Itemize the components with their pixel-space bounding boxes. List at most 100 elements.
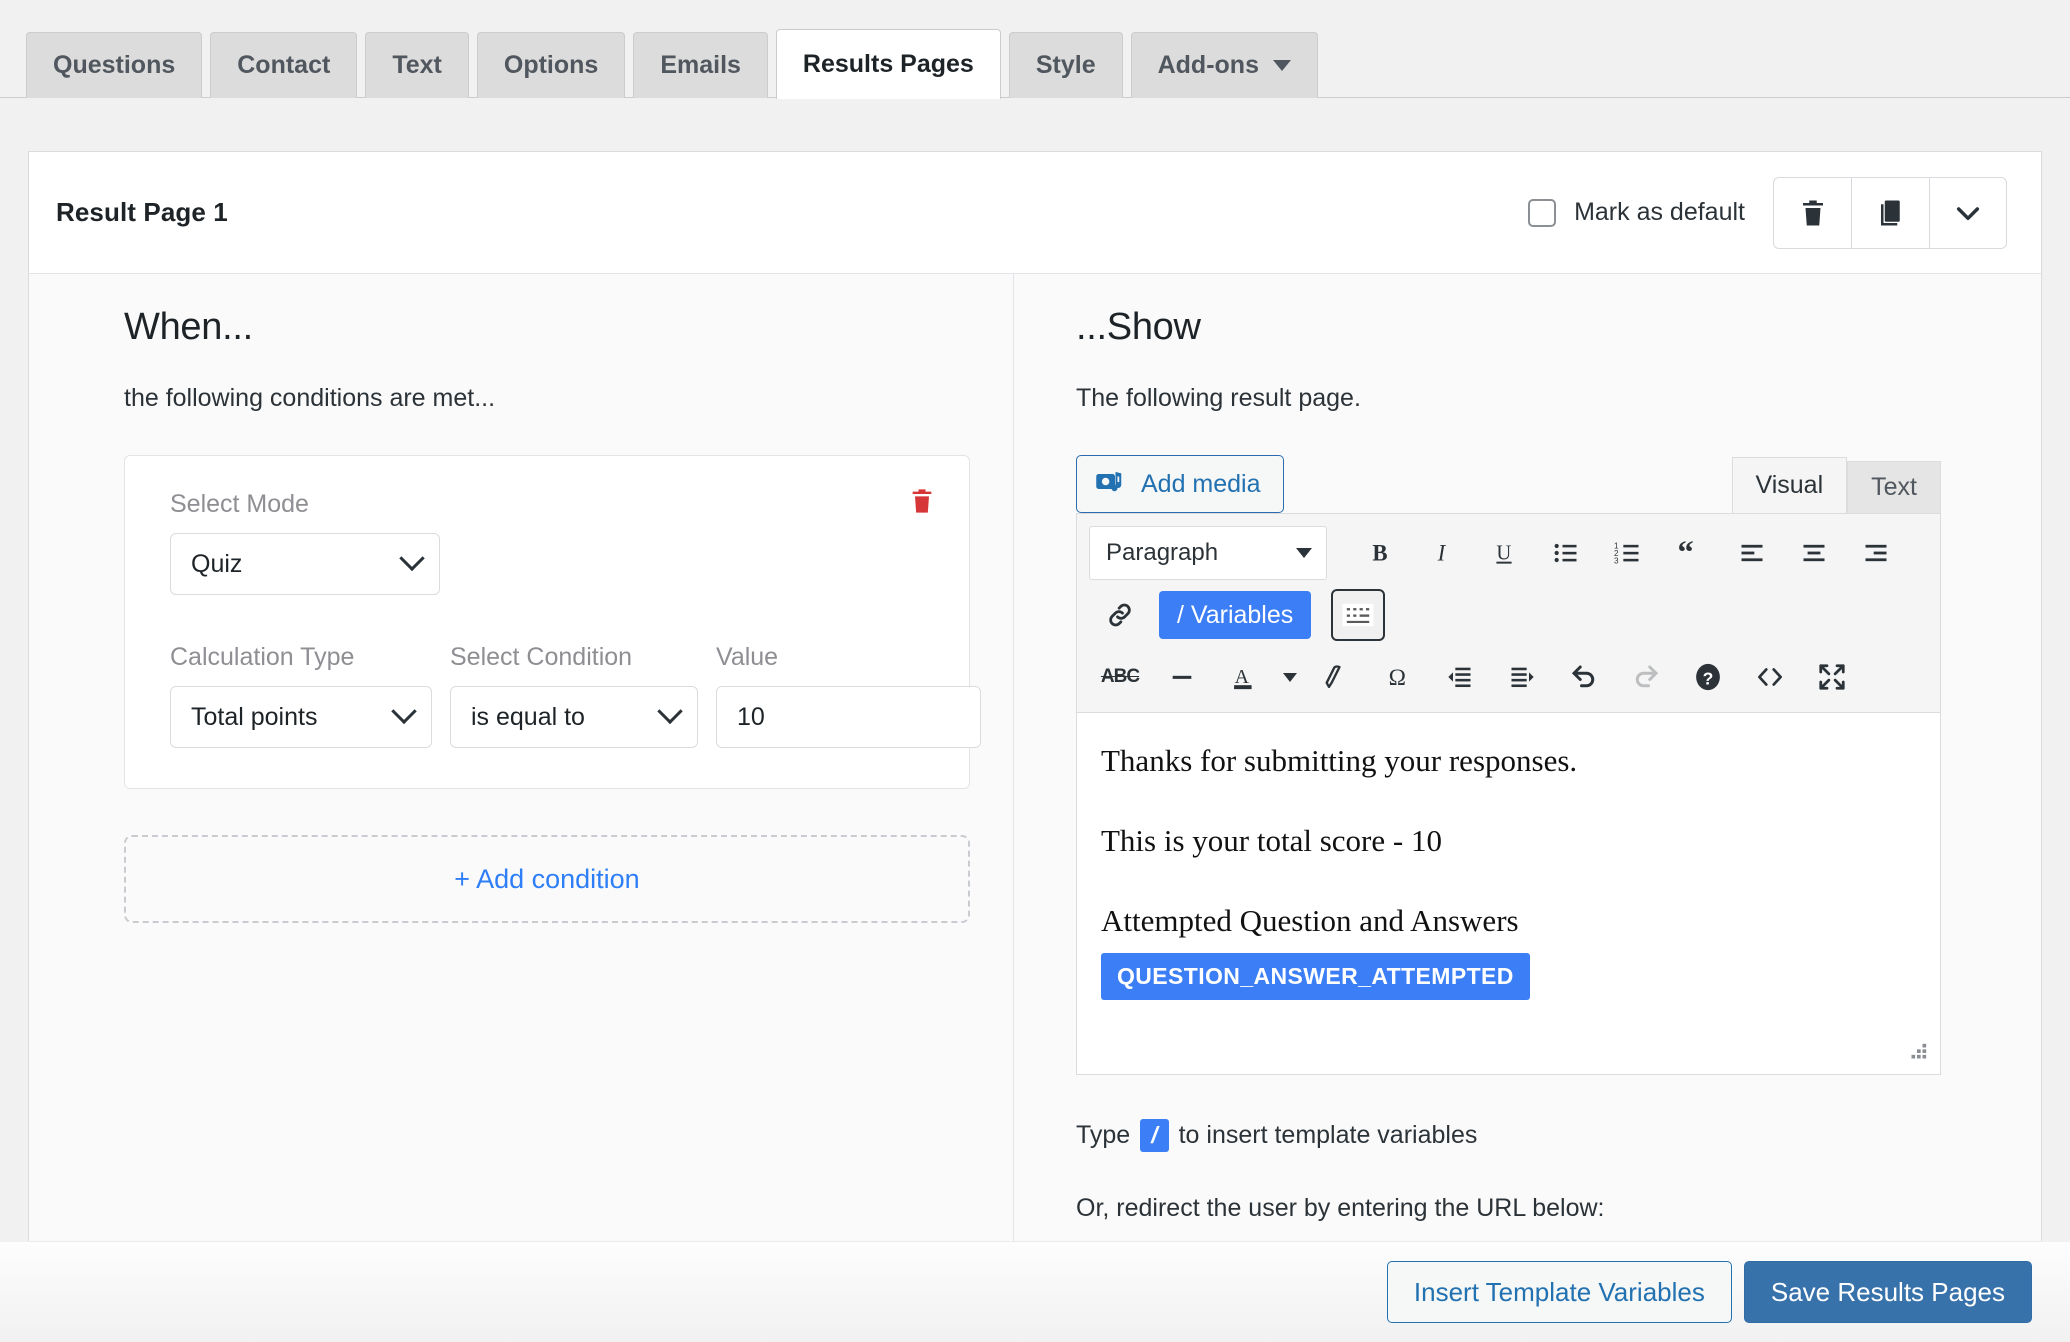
select-condition-dropdown[interactable]: is equal to — [450, 686, 698, 748]
page-title: Result Page 1 — [56, 197, 228, 227]
blockquote-icon: “ — [1678, 538, 1694, 568]
variables-button-label: / Variables — [1177, 600, 1294, 629]
editor-resize-handle[interactable] — [1906, 1042, 1928, 1064]
when-subtitle: the following conditions are met... — [124, 384, 496, 412]
italic-button[interactable]: I — [1411, 524, 1473, 582]
keyboard-shortcuts-button[interactable] — [1331, 589, 1386, 641]
slash-hint-prefix: Type — [1076, 1121, 1131, 1149]
align-center-button[interactable] — [1783, 524, 1845, 582]
select-condition-field: Select Condition is equal to — [450, 643, 698, 748]
collapse-result-page-button[interactable] — [1929, 176, 2007, 249]
insert-template-variables-button[interactable]: Insert Template Variables — [1386, 1261, 1732, 1323]
align-left-button[interactable] — [1721, 524, 1783, 582]
editor-top-row: Add media Visual Text — [1076, 455, 1941, 513]
align-right-button[interactable] — [1845, 524, 1907, 582]
tab-emails[interactable]: Emails — [633, 32, 768, 98]
calculation-type-dropdown[interactable]: Total points — [170, 686, 432, 748]
format-select[interactable]: Paragraph — [1089, 526, 1327, 580]
add-media-button[interactable]: Add media — [1076, 455, 1284, 513]
toolbar-row-3: ABC A Ω ? — [1089, 648, 1928, 706]
add-condition-button[interactable]: + Add condition — [124, 835, 970, 923]
source-code-button[interactable] — [1739, 648, 1801, 706]
chevron-down-icon — [391, 698, 417, 725]
align-center-icon — [1803, 544, 1825, 562]
add-media-icon — [1096, 472, 1122, 492]
trash-icon — [912, 489, 932, 513]
tab-results-pages[interactable]: Results Pages — [775, 29, 1001, 99]
insert-template-variables-label: Insert Template Variables — [1413, 1276, 1705, 1307]
horizontal-rule-button[interactable] — [1151, 648, 1213, 706]
variables-button[interactable]: / Variables — [1159, 591, 1312, 639]
tab-label: Add-ons — [1157, 51, 1259, 79]
bulleted-list-button[interactable] — [1535, 524, 1597, 582]
special-character-button[interactable]: Ω — [1367, 648, 1429, 706]
strikethrough-button[interactable]: ABC — [1089, 648, 1151, 706]
mark-as-default-row[interactable]: Mark as default — [1528, 198, 1745, 227]
delete-result-page-button[interactable] — [1773, 176, 1851, 249]
save-results-pages-button[interactable]: Save Results Pages — [1743, 1261, 2032, 1323]
help-button[interactable]: ? — [1677, 648, 1739, 706]
tab-options[interactable]: Options — [476, 32, 626, 98]
redo-icon — [1635, 665, 1659, 688]
mark-as-default-checkbox[interactable] — [1528, 198, 1557, 227]
select-mode-dropdown[interactable]: Quiz — [170, 533, 440, 595]
redo-button[interactable] — [1615, 648, 1677, 706]
save-results-pages-label: Save Results Pages — [1770, 1276, 2005, 1307]
svg-text:“: “ — [1678, 538, 1694, 568]
add-condition-label: + Add condition — [454, 863, 640, 894]
tab-style[interactable]: Style — [1008, 32, 1123, 98]
toolbar-row-2: / Variables — [1089, 586, 1928, 644]
outdent-button[interactable] — [1429, 648, 1491, 706]
add-media-label: Add media — [1141, 469, 1261, 498]
main-tab-bar: Questions Contact Text Options Emails Re… — [0, 0, 2070, 99]
template-variable-chip[interactable]: QUESTION_ANSWER_ATTEMPTED — [1101, 953, 1530, 1000]
svg-text:Ω: Ω — [1389, 665, 1406, 691]
value-input[interactable]: 10 — [716, 686, 981, 748]
slash-hint: Type / to insert template variables — [1076, 1119, 1941, 1152]
blockquote-button[interactable]: “ — [1659, 524, 1721, 582]
undo-icon — [1571, 665, 1595, 688]
result-page-body: When... the following conditions are met… — [29, 274, 2041, 1241]
chevron-down-icon — [1296, 548, 1312, 558]
chevron-down-icon — [657, 698, 683, 725]
clear-formatting-button[interactable] — [1305, 648, 1367, 706]
header-actions: Mark as default — [1528, 176, 2007, 249]
calculation-type-value: Total points — [191, 702, 318, 731]
copy-icon — [1880, 200, 1900, 225]
mark-as-default-label: Mark as default — [1574, 198, 1745, 226]
tab-add-ons[interactable]: Add-ons — [1130, 32, 1318, 98]
tab-text[interactable]: Text — [365, 32, 469, 98]
tab-text-editor[interactable]: Text — [1847, 461, 1941, 513]
tab-label: Style — [1035, 51, 1096, 79]
underline-button[interactable]: U — [1473, 524, 1535, 582]
numbered-list-button[interactable]: 123 — [1597, 524, 1659, 582]
select-mode-label: Select Mode — [170, 490, 309, 518]
editor-content-area[interactable]: Thanks for submitting your responses. Th… — [1077, 712, 1940, 1074]
tab-visual-editor[interactable]: Visual — [1731, 457, 1848, 513]
slash-key-badge: / — [1140, 1119, 1169, 1152]
editor-paragraph-2: This is your total score - 10 — [1101, 823, 1442, 858]
bold-button[interactable]: B — [1349, 524, 1411, 582]
tab-label: Results Pages — [802, 50, 974, 78]
tab-label: Visual — [1755, 471, 1824, 499]
text-color-button[interactable]: A — [1213, 648, 1275, 706]
fullscreen-button[interactable] — [1801, 648, 1863, 706]
select-mode-field: Select Mode Quiz — [170, 490, 929, 595]
calculation-type-label: Calculation Type — [170, 643, 355, 671]
undo-button[interactable] — [1553, 648, 1615, 706]
delete-condition-button[interactable] — [908, 484, 936, 518]
numbered-list-icon: 123 — [1614, 541, 1639, 566]
indent-button[interactable] — [1491, 648, 1553, 706]
chevron-down-icon — [1272, 60, 1291, 71]
condition-card: Select Mode Quiz Calculation Type Total … — [124, 455, 981, 789]
show-subtitle: The following result page. — [1076, 384, 1361, 412]
tab-questions[interactable]: Questions — [26, 32, 203, 98]
when-heading: When... — [124, 306, 253, 348]
tab-contact[interactable]: Contact — [210, 32, 358, 98]
result-page-card: Result Page 1 Mark as default When... th… — [28, 151, 2042, 1241]
insert-link-button[interactable] — [1089, 586, 1151, 644]
duplicate-result-page-button[interactable] — [1851, 176, 1929, 249]
tab-label: Emails — [660, 51, 741, 79]
text-color-dropdown[interactable] — [1275, 648, 1305, 706]
editor-paragraph-1: Thanks for submitting your responses. — [1101, 743, 1578, 778]
